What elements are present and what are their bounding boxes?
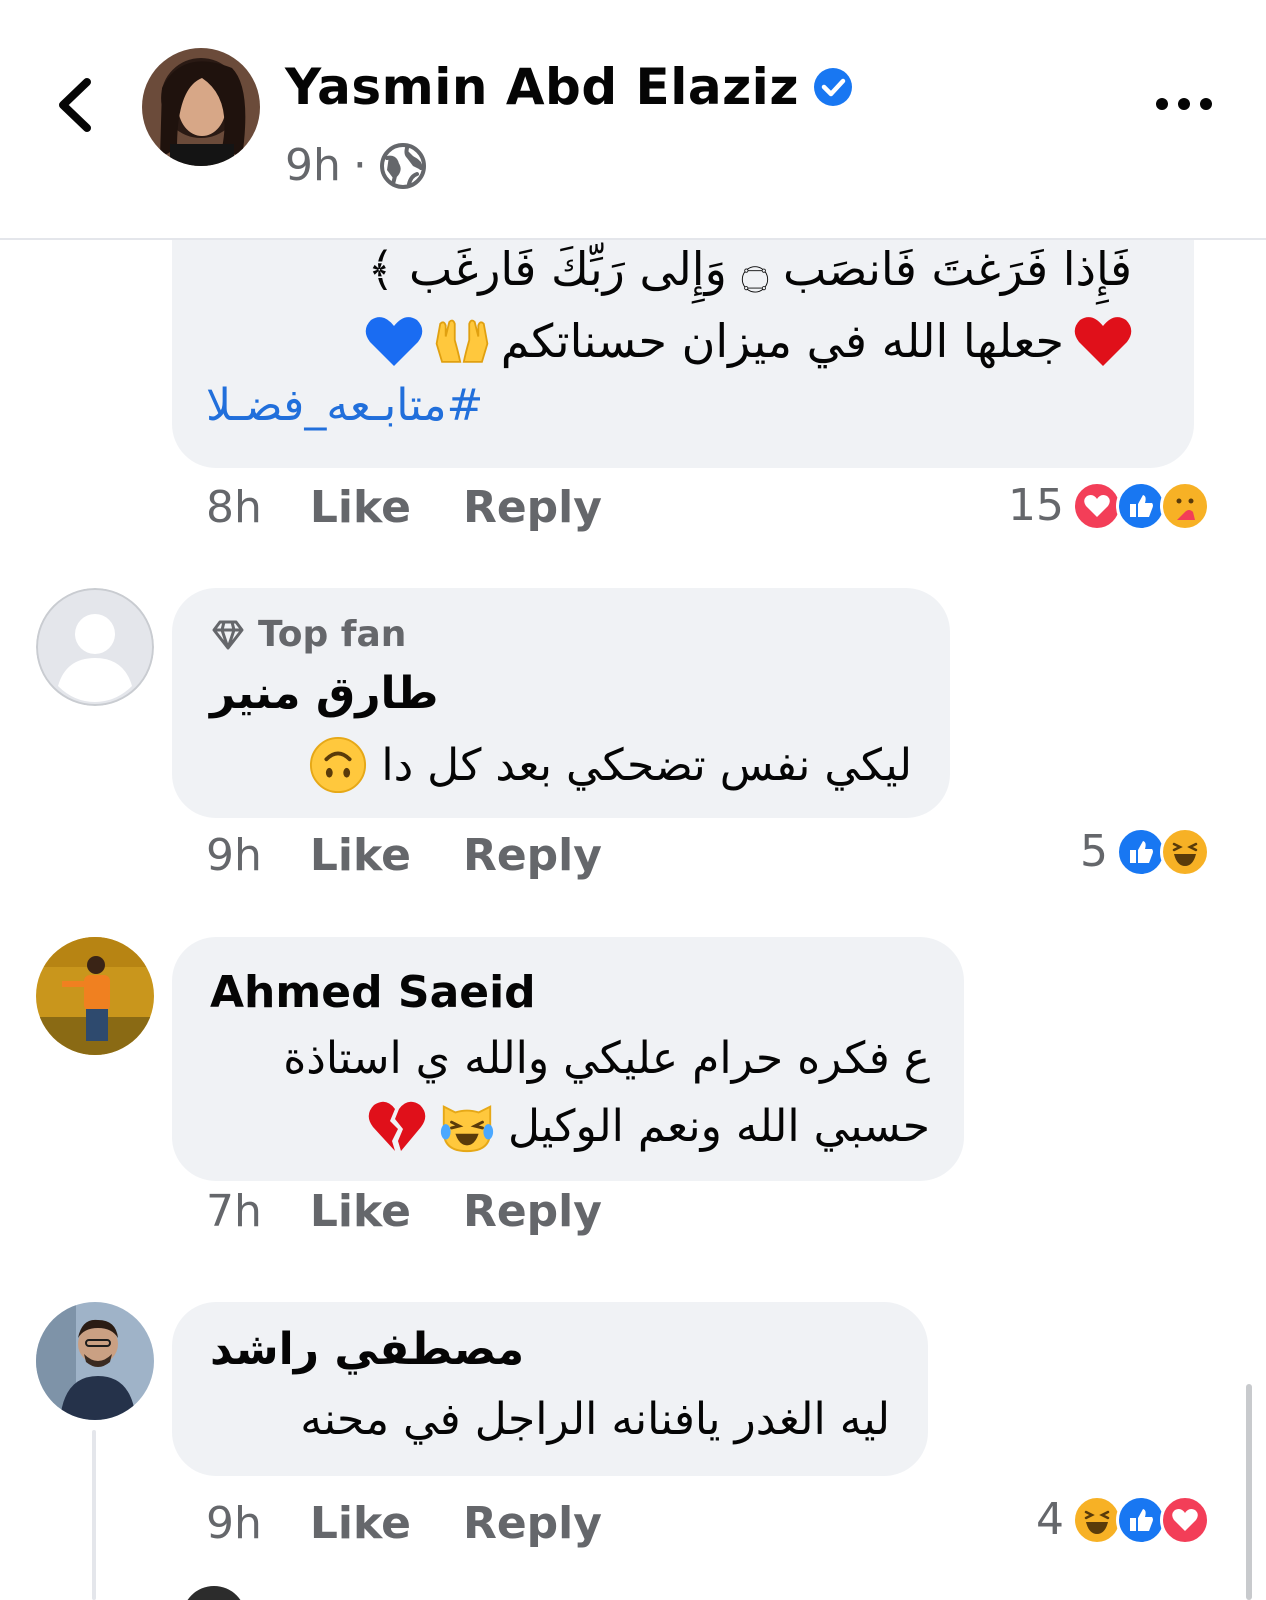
comment-actions: 9h Like Reply bbox=[206, 1498, 602, 1549]
broken-heart-emoji bbox=[368, 1097, 426, 1155]
comment-text-line: حسبي الله ونعم الوكيل bbox=[368, 1097, 930, 1155]
like-button[interactable]: Like bbox=[310, 1186, 411, 1237]
comment-text: حسبي الله ونعم الوكيل bbox=[507, 1100, 930, 1152]
comment-bubble[interactable]: مصطفي راشد ليه الغدر يافنانه الراجل في م… bbox=[172, 1302, 928, 1476]
reaction-summary[interactable]: 5 bbox=[1080, 826, 1210, 877]
globe-icon bbox=[379, 142, 426, 189]
heart-emoji bbox=[1074, 312, 1132, 370]
reaction-summary[interactable]: 4 bbox=[1036, 1494, 1210, 1545]
author-name[interactable]: Yasmin Abd Elaziz bbox=[285, 58, 799, 116]
haha-reaction-icon bbox=[1072, 1494, 1122, 1545]
post-time[interactable]: 9h bbox=[285, 140, 341, 191]
comment-actions: 9h Like Reply bbox=[206, 830, 602, 881]
comment-text-line: ع فكره حرام عليكي والله ي استاذة bbox=[283, 1033, 930, 1084]
post-meta: 9h · bbox=[285, 140, 427, 191]
meta-separator: · bbox=[352, 140, 367, 191]
reaction-count: 4 bbox=[1036, 1494, 1064, 1545]
comment-text: جعلها الله في ميزان حسناتكم bbox=[500, 314, 1064, 368]
commenter-avatar[interactable] bbox=[36, 1302, 154, 1420]
like-button[interactable]: Like bbox=[310, 1498, 411, 1549]
author-avatar[interactable] bbox=[142, 48, 260, 166]
reply-button[interactable]: Reply bbox=[463, 830, 602, 881]
love-reaction-icon bbox=[1160, 1494, 1210, 1545]
comment-bubble[interactable]: Ahmed Saeid ع فكره حرام عليكي والله ي اس… bbox=[172, 937, 964, 1181]
reply-thread-line bbox=[92, 1430, 96, 1600]
raised-hands-emoji bbox=[433, 312, 491, 370]
reply-avatar[interactable] bbox=[182, 1586, 246, 1600]
like-reaction-icon bbox=[1116, 1494, 1166, 1545]
commenter-avatar[interactable] bbox=[36, 937, 154, 1055]
comment-time[interactable]: 8h bbox=[206, 482, 262, 533]
care-reaction-icon bbox=[1160, 480, 1210, 531]
reply-button[interactable]: Reply bbox=[463, 1498, 602, 1549]
comment-bubble[interactable]: Top fan طارق منير ليكي نفس تضحكي بعد كل … bbox=[172, 588, 950, 818]
comment-time[interactable]: 7h bbox=[206, 1186, 262, 1237]
like-button[interactable]: Like bbox=[310, 830, 411, 881]
comment-actions: 7h Like Reply bbox=[206, 1186, 602, 1237]
blue-heart-emoji bbox=[365, 312, 423, 370]
joy-cat-emoji bbox=[438, 1097, 496, 1155]
comment-text-line: جعلها الله في ميزان حسناتكم bbox=[365, 312, 1132, 370]
like-reaction-icon bbox=[1116, 826, 1166, 877]
post-header: Yasmin Abd Elaziz 9h · bbox=[0, 0, 1266, 240]
comment-text: ليه الغدر يافنانه الراجل في محنه bbox=[300, 1394, 890, 1445]
reaction-count: 5 bbox=[1080, 826, 1108, 877]
comment-text: ليكي نفس تضحكي بعد كل دا bbox=[381, 739, 912, 791]
author-row: Yasmin Abd Elaziz bbox=[285, 58, 853, 116]
comment-time[interactable]: 9h bbox=[206, 830, 262, 881]
reaction-summary[interactable]: 15 bbox=[1008, 480, 1210, 531]
comment-bubble[interactable]: فَإِذا فَرَغتَ فَانصَب ۝ وَإِلى رَبِّكَ … bbox=[172, 200, 1194, 468]
like-reaction-icon bbox=[1116, 480, 1166, 531]
hashtag-link[interactable]: #متابـعه_فضـلا bbox=[206, 380, 483, 431]
comment-actions: 8h Like Reply bbox=[206, 482, 602, 533]
back-icon bbox=[59, 78, 91, 132]
love-reaction-icon bbox=[1072, 480, 1122, 531]
upside-down-face-emoji bbox=[309, 736, 367, 794]
comment-text-line: ليكي نفس تضحكي بعد كل دا bbox=[309, 736, 912, 794]
reply-button[interactable]: Reply bbox=[463, 482, 602, 533]
comment-time[interactable]: 9h bbox=[206, 1498, 262, 1549]
commenter-name[interactable]: طارق منير bbox=[210, 668, 439, 719]
reaction-count: 15 bbox=[1008, 480, 1064, 531]
more-options-button[interactable] bbox=[1144, 84, 1224, 124]
commenter-avatar[interactable] bbox=[36, 588, 154, 706]
haha-reaction-icon bbox=[1160, 826, 1210, 877]
scrollbar[interactable] bbox=[1246, 1384, 1252, 1600]
like-button[interactable]: Like bbox=[310, 482, 411, 533]
reply-button[interactable]: Reply bbox=[463, 1186, 602, 1237]
diamond-icon bbox=[212, 620, 244, 649]
back-button[interactable] bbox=[40, 70, 110, 140]
commenter-name[interactable]: Ahmed Saeid bbox=[210, 967, 536, 1018]
top-fan-badge: Top fan bbox=[210, 614, 406, 655]
more-icon bbox=[1156, 98, 1212, 110]
comment-text-line: فَإِذا فَرَغتَ فَانصَب ۝ وَإِلى رَبِّكَ … bbox=[367, 242, 1132, 296]
badge-label: Top fan bbox=[258, 614, 407, 655]
commenter-name[interactable]: مصطفي راشد bbox=[210, 1324, 524, 1375]
verified-icon bbox=[813, 68, 852, 106]
